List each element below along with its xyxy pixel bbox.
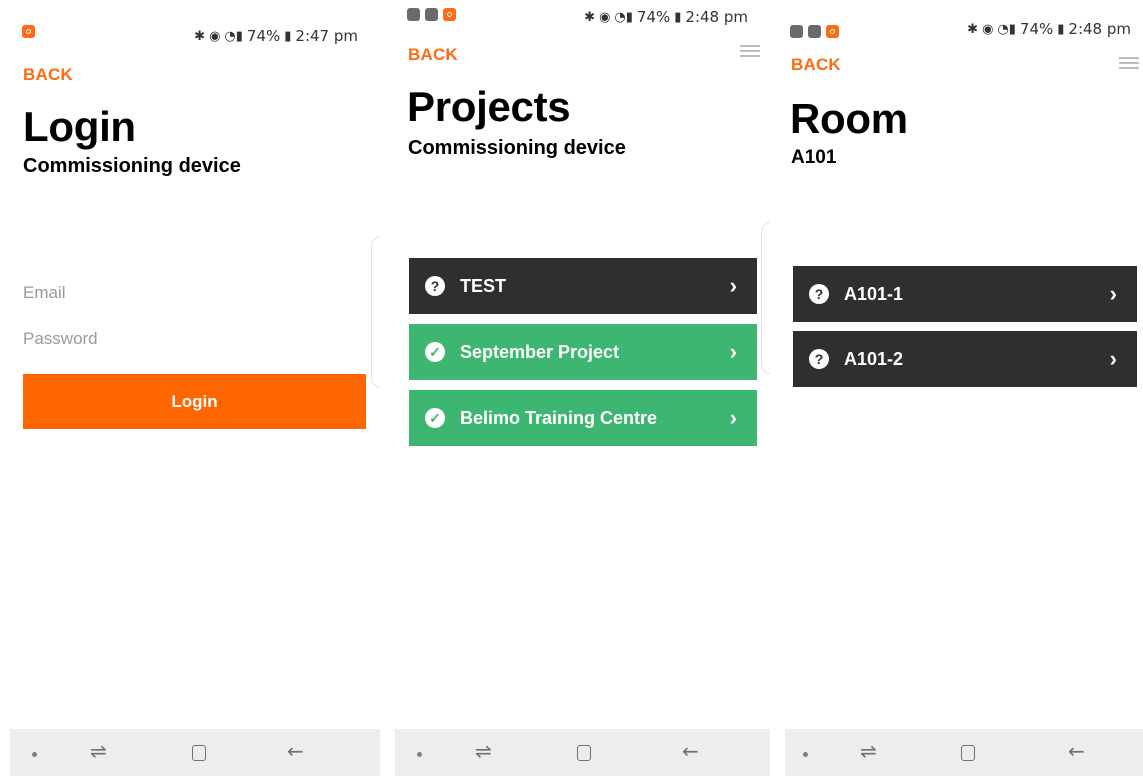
back-arrow-icon[interactable]: ← [287, 739, 304, 763]
login-screen: ✱ ◉ ◔▮ 74% ▮ 2:47 pm BACK Login Commissi… [0, 0, 380, 776]
room-item-row-a101-2[interactable]: ? A101-2 › [793, 331, 1137, 387]
image-notification-icon [790, 25, 803, 38]
status-time: 2:47 pm [295, 27, 358, 45]
page-subtitle: Commissioning device [408, 137, 626, 159]
recent-apps-icon[interactable]: ⇌ [90, 739, 107, 763]
status-time: 2:48 pm [1068, 20, 1131, 38]
login-button[interactable]: Login [23, 374, 366, 429]
back-button[interactable]: BACK [408, 45, 458, 65]
app-notification-icon [22, 25, 35, 38]
status-bar: ✱ ◉ ◔▮ 74% ▮ 2:48 pm [385, 0, 770, 40]
check-icon: ✓ [425, 342, 445, 362]
back-button[interactable]: BACK [23, 65, 73, 85]
back-arrow-icon[interactable]: ← [682, 739, 699, 763]
project-name: September Project [460, 341, 620, 362]
page-title: Room [790, 95, 908, 142]
home-icon[interactable] [577, 745, 591, 761]
room-item-name: A101-2 [844, 348, 904, 369]
wifi-signal-icon: ◔▮ [224, 28, 243, 44]
nav-dot-indicator [803, 752, 808, 757]
chevron-right-icon: › [1109, 281, 1117, 306]
image-notification-icon [425, 8, 438, 21]
home-icon[interactable] [961, 745, 975, 761]
page-title: Projects [407, 83, 571, 130]
battery-percent: 74% [246, 27, 281, 45]
nav-dot-indicator [417, 752, 422, 757]
status-bar: ✱ ◉ ◔▮ 74% ▮ 2:47 pm [0, 0, 380, 45]
android-nav-bar: ⇌ ← [10, 729, 380, 776]
android-nav-bar: ⇌ ← [395, 729, 770, 776]
chevron-right-icon: › [729, 273, 737, 298]
recent-apps-icon[interactable]: ⇌ [860, 739, 877, 763]
room-item-row-a101-1[interactable]: ? A101-1 › [793, 266, 1137, 322]
chevron-right-icon: › [729, 405, 737, 430]
project-row-belimo-training-centre[interactable]: ✓ Belimo Training Centre › [409, 390, 757, 446]
menu-icon[interactable] [1119, 57, 1139, 69]
status-bar: ✱ ◉ ◔▮ 74% ▮ 2:48 pm [775, 0, 1143, 40]
battery-icon: ▮ [1057, 21, 1065, 37]
battery-percent: 74% [1019, 20, 1054, 38]
alarm-icon: ◉ [599, 9, 611, 25]
project-row-september-project[interactable]: ✓ September Project › [409, 324, 757, 380]
app-notification-icon [443, 8, 456, 21]
recent-apps-icon[interactable]: ⇌ [475, 739, 492, 763]
project-name: TEST [460, 275, 507, 296]
battery-icon: ▮ [284, 28, 292, 44]
alarm-icon: ◉ [982, 21, 994, 37]
page-title: Login [23, 103, 136, 150]
bluetooth-icon: ✱ [584, 9, 596, 25]
app-notification-icon [826, 25, 839, 38]
message-notification-icon [808, 25, 821, 38]
edge-panel-handle[interactable] [761, 222, 770, 374]
question-icon: ? [425, 276, 445, 296]
edge-panel-handle[interactable] [371, 236, 380, 388]
back-arrow-icon[interactable]: ← [1068, 739, 1085, 763]
battery-percent: 74% [636, 8, 671, 26]
password-field[interactable] [23, 329, 323, 349]
android-nav-bar: ⇌ ← [785, 729, 1143, 776]
projects-screen: ✱ ◉ ◔▮ 74% ▮ 2:48 pm BACK Projects Commi… [385, 0, 770, 776]
question-icon: ? [809, 349, 829, 369]
bluetooth-icon: ✱ [967, 21, 979, 37]
wifi-signal-icon: ◔▮ [614, 9, 633, 25]
wifi-signal-icon: ◔▮ [997, 21, 1016, 37]
battery-icon: ▮ [674, 9, 682, 25]
email-field[interactable] [23, 283, 323, 303]
room-item-name: A101-1 [844, 283, 904, 304]
chevron-right-icon: › [729, 339, 737, 364]
project-row-test[interactable]: ? TEST › [409, 258, 757, 314]
status-time: 2:48 pm [685, 8, 748, 26]
room-screen: ✱ ◉ ◔▮ 74% ▮ 2:48 pm BACK Room A101 ? A1… [775, 0, 1143, 776]
bluetooth-icon: ✱ [194, 28, 206, 44]
question-icon: ? [809, 284, 829, 304]
nav-dot-indicator [32, 752, 37, 757]
alarm-icon: ◉ [209, 28, 221, 44]
message-notification-icon [407, 8, 420, 21]
check-icon: ✓ [425, 408, 445, 428]
page-subtitle: Commissioning device [23, 155, 241, 177]
menu-icon[interactable] [740, 45, 760, 57]
project-name: Belimo Training Centre [460, 407, 658, 428]
home-icon[interactable] [192, 745, 206, 761]
page-subtitle: A101 [791, 147, 837, 168]
back-button[interactable]: BACK [791, 55, 841, 75]
chevron-right-icon: › [1109, 346, 1117, 371]
